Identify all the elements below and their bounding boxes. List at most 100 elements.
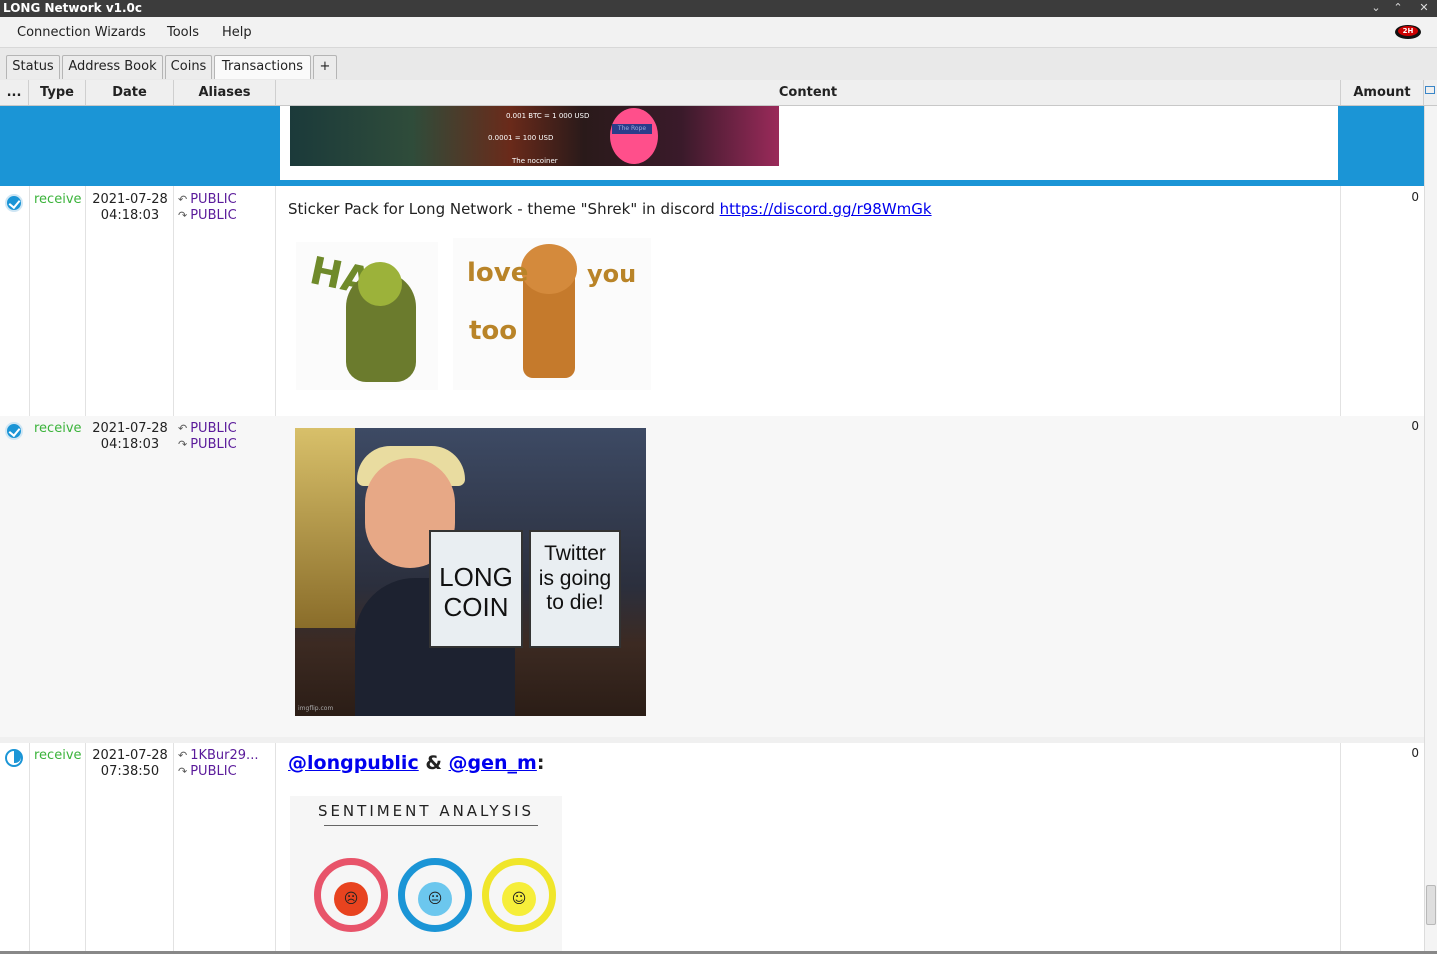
neutral-face-icon: 😐 [418,882,452,916]
tx-aliases: ↶ 1KBur29... ↷ PUBLIC [178,748,258,780]
table-header: ... Type Date Aliases Content Amount [0,80,1437,106]
table-row[interactable]: receive 2021-07-28 07:38:50 ↶ 1KBur29... … [0,743,1424,951]
forward-icon: ↷ [178,765,188,778]
sentiment-analysis-image: SENTIMENT ANALYSIS ☹ 😐 ☺ [290,796,562,951]
tx-date-day: 2021-07-28 [92,748,168,763]
gingerbread-sticker: love you too [453,238,651,390]
meme-text: Twitter [544,542,606,565]
alias-to[interactable]: PUBLIC [190,437,236,452]
add-tab-button[interactable]: + [313,55,337,79]
column-amount[interactable]: Amount [1341,80,1424,105]
tx-aliases: ↶ PUBLIC ↷ PUBLIC [178,421,237,453]
pending-icon [5,749,23,767]
menu-connection-wizards[interactable]: Connection Wizards [17,25,146,40]
row-content: LONG COIN Twitter is going to die! imgfl… [276,416,1340,734]
alias-from[interactable]: PUBLIC [190,192,236,207]
image-caption: 0.0001 = 100 USD [488,134,554,142]
confirmed-icon [5,422,23,440]
tab-bar: Status Address Book Coins Transactions + [0,48,1437,81]
message-colon: : [536,752,545,774]
tab-address-book[interactable]: Address Book [62,55,163,79]
message-text: @longpublic & @gen_m: [288,752,544,774]
tab-status[interactable]: Status [6,55,60,79]
vertical-scrollbar[interactable] [1424,106,1437,951]
mention-longpublic[interactable]: @longpublic [288,752,419,774]
meme-text: to die! [546,591,604,614]
sticker-text: too [469,316,518,346]
confirmed-icon [5,194,23,212]
scrollbar-thumb[interactable] [1426,885,1436,925]
envelope-icon[interactable] [1425,86,1435,94]
tor-status-icon[interactable]: 2H [1395,25,1421,39]
tab-transactions[interactable]: Transactions [214,55,311,79]
column-content[interactable]: Content [276,80,1341,105]
meme-text: is going [538,567,612,590]
title-bar: LONG Network v1.0c ⌄ ⌃ ✕ [0,0,1437,17]
column-date[interactable]: Date [86,80,174,105]
watermark: imgflip.com [298,705,334,712]
close-button[interactable]: ✕ [1414,0,1434,16]
forward-icon: ↷ [178,209,188,222]
menu-tools[interactable]: Tools [167,25,199,40]
reply-icon: ↶ [178,422,188,435]
mention-gen-m[interactable]: @gen_m [449,752,537,774]
meme-image: 0.001 BTC = 1 000 USD 0.0001 = 100 USD T… [290,106,779,166]
row-content: @longpublic & @gen_m: SENTIMENT ANALYSIS… [276,743,1340,951]
meme-board-left: LONG COIN [429,530,523,648]
meme-text: COIN [443,592,509,622]
alias-from[interactable]: 1KBur29... [190,748,258,763]
message-body: Sticker Pack for Long Network - theme "S… [288,200,720,218]
sticker-text: you [587,260,637,288]
transactions-table: 0.001 BTC = 1 000 USD 0.0001 = 100 USD T… [0,106,1424,951]
maximize-button[interactable]: ⌃ [1388,0,1408,16]
tx-date-time: 04:18:03 [100,208,160,223]
tx-date-day: 2021-07-28 [92,421,168,436]
alias-from[interactable]: PUBLIC [190,421,236,436]
happy-face-icon: ☺ [502,882,536,916]
angry-face-icon: ☹ [334,882,368,916]
image-title: SENTIMENT ANALYSIS [317,802,535,820]
tx-amount: 0 [1411,190,1419,204]
menu-bar: Connection Wizards Tools Help 2H [0,17,1437,48]
column-more[interactable]: ... [0,80,29,105]
alias-to[interactable]: PUBLIC [190,764,236,779]
tx-aliases: ↶ PUBLIC ↷ PUBLIC [178,192,237,224]
tab-coins[interactable]: Coins [165,55,212,79]
shrek-sticker: HA [296,242,438,390]
table-row[interactable]: receive 2021-07-28 04:18:03 ↶ PUBLIC ↷ PUB… [0,186,1424,416]
message-separator: & [418,752,449,774]
image-caption: 0.001 BTC = 1 000 USD [506,112,590,120]
tx-amount: 0 [1411,419,1419,433]
trump-meme-image: LONG COIN Twitter is going to die! imgfl… [295,428,646,716]
tx-date-time: 04:18:03 [100,437,160,452]
column-aliases[interactable]: Aliases [174,80,276,105]
sticker-text: love [467,258,529,288]
tx-date-day: 2021-07-28 [92,192,168,207]
tx-amount: 0 [1411,746,1419,760]
table-row-selected[interactable]: 0.001 BTC = 1 000 USD 0.0001 = 100 USD T… [0,106,1424,186]
discord-link[interactable]: https://discord.gg/r98WmGk [720,200,932,218]
alias-to[interactable]: PUBLIC [190,208,236,223]
tx-type: receive [34,192,82,207]
image-caption: The Rope [612,124,652,134]
reply-icon: ↶ [178,193,188,206]
tx-type: receive [34,421,82,436]
forward-icon: ↷ [178,438,188,451]
meme-text: LONG [439,562,513,592]
meme-board-right: Twitter is going to die! [529,530,621,648]
column-type[interactable]: Type [29,80,86,105]
row-content: 0.001 BTC = 1 000 USD 0.0001 = 100 USD T… [280,106,1338,180]
minimize-button[interactable]: ⌄ [1366,0,1386,16]
image-caption: The nocoiner [512,157,558,165]
tx-date-time: 07:38:50 [100,764,160,779]
tx-type: receive [34,748,82,763]
tx-date: 2021-07-28 04:18:03 [88,421,172,453]
reply-icon: ↶ [178,749,188,762]
tx-date: 2021-07-28 04:18:03 [88,192,172,224]
window-title: LONG Network v1.0c [3,1,143,15]
menu-help[interactable]: Help [222,25,252,40]
tor-label: 2H [1398,26,1418,36]
table-row[interactable]: receive 2021-07-28 04:18:03 ↶ PUBLIC ↷ PUB… [0,416,1424,742]
message-text: Sticker Pack for Long Network - theme "S… [288,200,932,218]
tx-date: 2021-07-28 07:38:50 [88,748,172,780]
